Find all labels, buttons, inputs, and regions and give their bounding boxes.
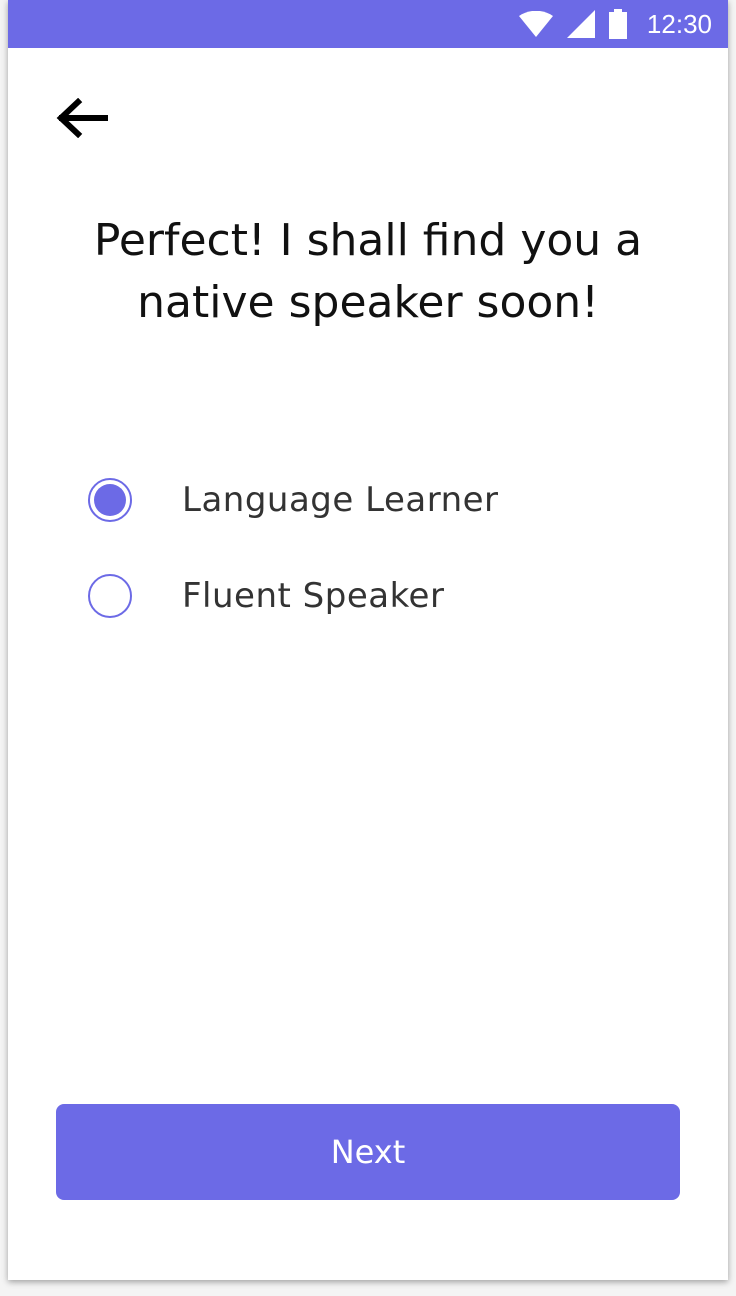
battery-icon [608,9,627,39]
status-bar: 12:30 [8,0,728,48]
back-button[interactable] [52,92,112,148]
option-label: Language Learner [182,480,499,520]
page-title: Perfect! I shall find you a native speak… [48,210,688,334]
status-icons: 12:30 [518,0,712,48]
option-label: Fluent Speaker [182,576,445,616]
arrow-left-icon [56,97,109,142]
wifi-icon [518,11,553,37]
page-title-line-1: Perfect! I shall find you a [93,215,643,266]
app-screen: 12:30 Perfect! I shall find you a native… [8,0,728,1280]
option-fluent-speaker[interactable]: Fluent Speaker [86,566,666,626]
cellular-signal-icon [566,10,595,38]
radio-button-unselected[interactable] [88,574,132,618]
role-radio-group: Language Learner Fluent Speaker [86,470,666,662]
next-button[interactable]: Next [56,1104,680,1200]
status-time: 12:30 [646,8,712,39]
page-title-line-2: native speaker soon! [137,277,599,328]
radio-button-selected[interactable] [88,478,132,522]
option-language-learner[interactable]: Language Learner [86,470,666,530]
radio-selected-dot [94,484,126,516]
